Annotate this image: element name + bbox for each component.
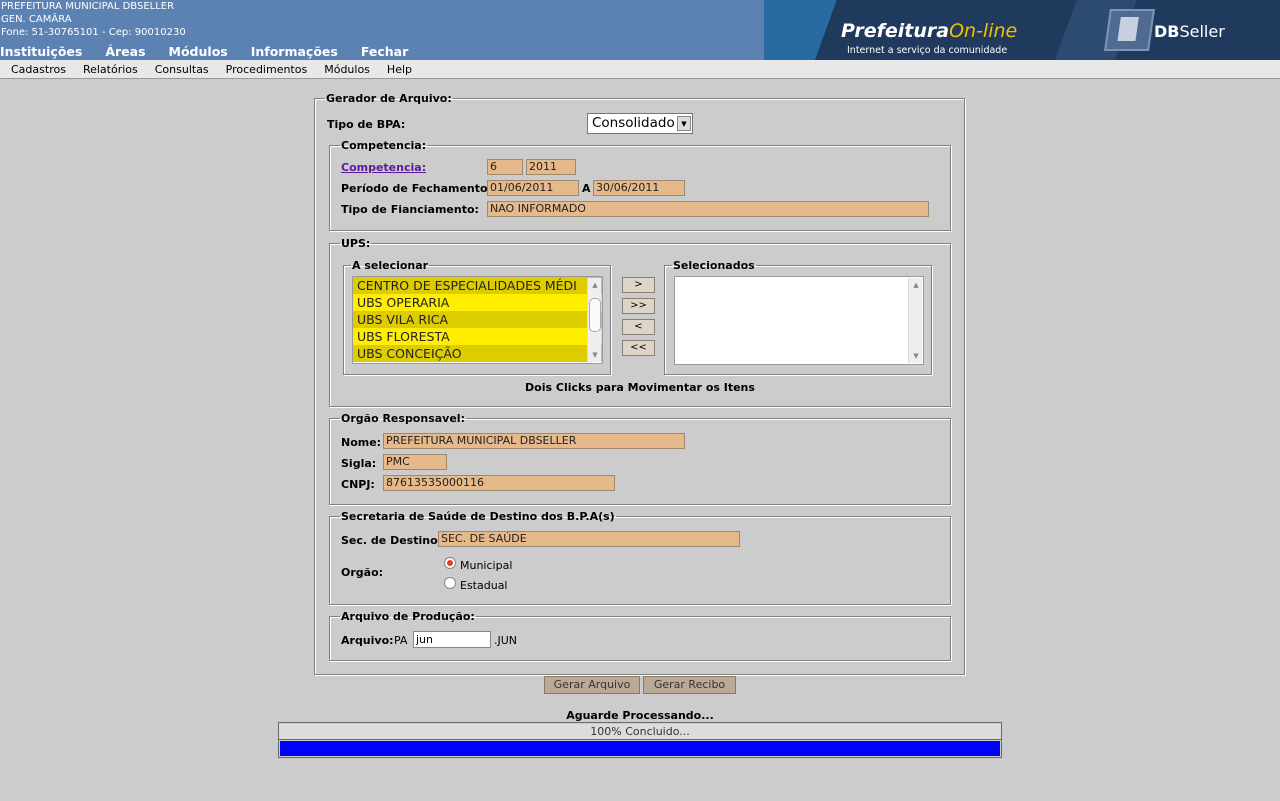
arquivo-legend: Arquivo de Produção:	[341, 610, 475, 623]
competencia-legend: Competencia:	[341, 139, 427, 152]
brand-banner: PrefeituraOn-line Internet a serviço da …	[764, 0, 1280, 60]
progress-text: 100% Concluido...	[279, 724, 1001, 740]
ups-selected-list[interactable]: ▲ ▼	[674, 276, 924, 365]
ups-list-item[interactable]: CENTRO DE ESPECIALIDADES MÉDI	[353, 277, 602, 294]
ups-available-list[interactable]: CENTRO DE ESPECIALIDADES MÉDI UBS OPERARI…	[352, 276, 603, 364]
progress-bar	[280, 741, 1000, 756]
cnpj-label: CNPJ:	[341, 478, 375, 491]
tipo-bpa-select[interactable]: Consolidado ▼	[587, 113, 693, 134]
tipo-bpa-value: Consolidado	[592, 115, 675, 131]
radio-estadual-label: Estadual	[460, 579, 508, 592]
nav-fechar[interactable]: Fechar	[361, 44, 408, 59]
competencia-link[interactable]: Competencia:	[341, 161, 426, 174]
competencia-mes-field[interactable]: 6	[487, 159, 523, 175]
processing-status: Aguarde Processando...	[566, 709, 714, 722]
nav-modulos[interactable]: Módulos	[169, 44, 228, 59]
nav-instituicoes[interactable]: Instituições	[0, 44, 82, 59]
scroll-up-icon[interactable]: ▲	[909, 278, 923, 292]
scroll-down-icon[interactable]: ▼	[909, 349, 923, 363]
ups-list-item[interactable]: UBS OPERARIA	[353, 294, 602, 311]
dbseller-logo-icon	[1104, 9, 1155, 51]
banner-swoosh	[764, 0, 845, 60]
brand-tagline: Internet a serviço da comunidade	[847, 45, 1008, 56]
gerar-recibo-button[interactable]: Gerar Recibo	[643, 676, 736, 694]
ups-items: CENTRO DE ESPECIALIDADES MÉDI UBS OPERARI…	[353, 277, 602, 362]
periodo-fechamento-label: Período de Fechamento :	[341, 182, 496, 195]
chevron-down-icon[interactable]: ▼	[677, 116, 691, 131]
menu-relatorios[interactable]: Relatórios	[83, 60, 138, 78]
brand-logo-prefeitura: PrefeituraOn-line	[841, 20, 1018, 42]
selecionados-legend: Selecionados	[673, 259, 755, 272]
ups-selected-scrollbar[interactable]: ▲ ▼	[908, 278, 922, 363]
menu-cadastros[interactable]: Cadastros	[11, 60, 66, 78]
arquivo-prefix: PA	[394, 634, 408, 647]
periodo-fim-field[interactable]: 30/06/2011	[593, 180, 685, 196]
sigla-field[interactable]: PMC	[383, 454, 447, 470]
add-button[interactable]: >	[622, 277, 655, 293]
ups-available-scrollbar[interactable]: ▲ ▼	[587, 278, 601, 362]
menu-bar: Cadastros Relatórios Consultas Procedime…	[0, 60, 1280, 79]
nav-informacoes[interactable]: Informações	[251, 44, 338, 59]
periodo-separator: A	[582, 182, 591, 195]
nav-areas[interactable]: Áreas	[105, 44, 145, 59]
arquivo-label: Arquivo:	[341, 634, 394, 647]
orgao-radio-label: Orgão:	[341, 566, 384, 579]
sec-destino-label: Sec. de Destino:	[341, 534, 443, 547]
gerador-arquivo-legend: Gerador de Arquivo:	[326, 92, 452, 105]
add-all-button[interactable]: >>	[622, 298, 655, 314]
arquivo-suffix: .JUN	[494, 634, 518, 647]
org-info: PREFEITURA MUNICIPAL DBSELLER GEN. CAMÂR…	[1, 0, 186, 39]
secretaria-legend: Secretaria de Saúde de Destino dos B.P.A…	[341, 510, 615, 523]
scroll-up-icon[interactable]: ▲	[588, 278, 602, 292]
ups-hint: Dois Clicks para Movimentar os Itens	[525, 381, 755, 394]
radio-municipal-label: Municipal	[460, 559, 513, 572]
arquivo-input[interactable]: jun	[413, 631, 491, 648]
org-contact: Fone: 51-30765101 - Cep: 90010230	[1, 27, 186, 38]
cnpj-field[interactable]: 87613535000116	[383, 475, 615, 491]
ups-list-item[interactable]: UBS VILA RICA	[353, 311, 602, 328]
remove-all-button[interactable]: <<	[622, 340, 655, 356]
tipo-bpa-label: Tipo de BPA:	[327, 118, 406, 131]
menu-modulos[interactable]: Módulos	[324, 60, 370, 78]
dbseller-logo-text: DBSeller	[1154, 22, 1225, 41]
top-nav: Instituições Áreas Módulos Informações F…	[0, 44, 431, 59]
nome-field[interactable]: PREFEITURA MUNICIPAL DBSELLER	[383, 433, 685, 449]
sigla-label: Sigla:	[341, 457, 377, 470]
financiamento-label: Tipo de Fianciamento:	[341, 203, 479, 216]
progress-frame: 100% Concluido...	[278, 722, 1002, 758]
a-selecionar-legend: A selecionar	[352, 259, 429, 272]
ups-list-item[interactable]: UBS FLORESTA	[353, 328, 602, 345]
competencia-ano-field[interactable]: 2011	[526, 159, 576, 175]
org-sub: GEN. CAMÂRA	[1, 14, 72, 25]
periodo-inicio-field[interactable]: 01/06/2011	[487, 180, 579, 196]
ups-list-item[interactable]: UBS CONCEIÇÃO	[353, 345, 602, 362]
menu-help[interactable]: Help	[387, 60, 412, 78]
remove-button[interactable]: <	[622, 319, 655, 335]
orgao-legend: Orgão Responsavel:	[341, 412, 465, 425]
scroll-thumb[interactable]	[589, 298, 601, 332]
app-header: PREFEITURA MUNICIPAL DBSELLER GEN. CAMÂR…	[0, 0, 1280, 60]
secretaria-fieldset: Secretaria de Saúde de Destino dos B.P.A…	[329, 510, 951, 605]
ups-legend: UPS:	[341, 237, 371, 250]
scroll-down-icon[interactable]: ▼	[588, 348, 602, 362]
financiamento-field[interactable]: NAO INFORMADO	[487, 201, 929, 217]
org-name: PREFEITURA MUNICIPAL DBSELLER	[1, 1, 175, 12]
radio-estadual[interactable]	[444, 577, 456, 589]
nome-label: Nome:	[341, 436, 382, 449]
sec-destino-field[interactable]: SEC. DE SAÚDE	[438, 531, 740, 547]
gerar-arquivo-button[interactable]: Gerar Arquivo	[544, 676, 640, 694]
menu-procedimentos[interactable]: Procedimentos	[226, 60, 308, 78]
radio-municipal[interactable]	[444, 557, 456, 569]
menu-consultas[interactable]: Consultas	[155, 60, 209, 78]
